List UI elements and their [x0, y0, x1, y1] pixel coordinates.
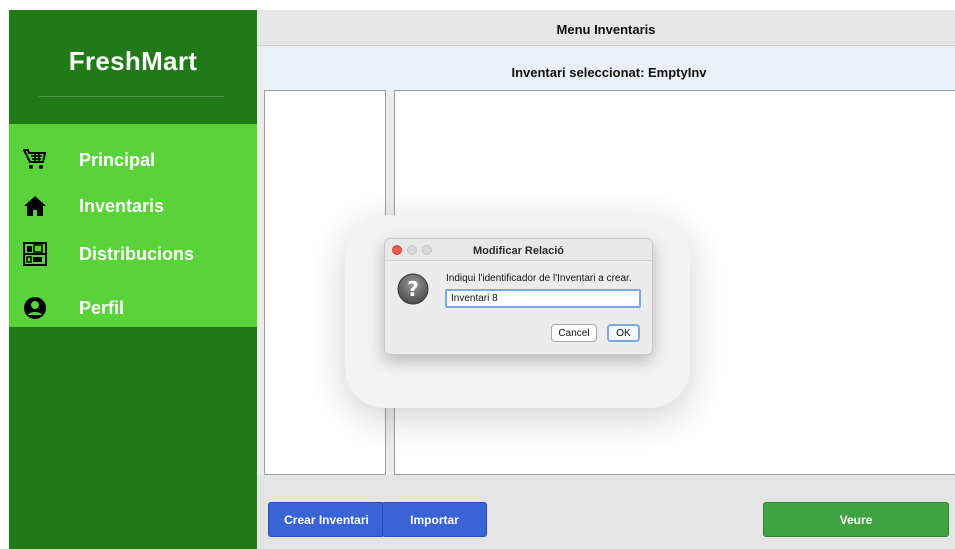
sidebar: FreshMart Principal Inventaris Distribuc… [9, 10, 257, 549]
cart-icon [23, 149, 47, 169]
sidebar-item-perfil[interactable]: Perfil [9, 290, 257, 330]
sidebar-item-inventaris[interactable]: Inventaris [9, 188, 257, 228]
brand-divider [39, 96, 224, 97]
home-icon [24, 196, 46, 216]
dialog-title-bar: Modificar Relació [385, 239, 652, 261]
modify-relation-dialog: Modificar Relació ? Indiqui l'identifica… [384, 238, 653, 355]
inventory-id-input[interactable] [445, 289, 641, 308]
window-title-bar: Menu Inventaris [257, 10, 955, 46]
view-button[interactable]: Veure [763, 502, 949, 537]
sidebar-item-label: Inventaris [79, 196, 165, 216]
selected-inventory-header: Inventari seleccionat: EmptyInv [263, 48, 955, 90]
sidebar-item-label: Perfil [79, 298, 125, 318]
window-title: Menu Inventaris [556, 22, 656, 37]
app-window: FreshMart Principal Inventaris Distribuc… [0, 0, 955, 549]
cancel-button[interactable]: Cancel [551, 324, 597, 342]
ok-button[interactable]: OK [607, 324, 640, 342]
sidebar-nav: Principal Inventaris Distribucions Perfi… [9, 124, 257, 327]
create-inventory-button[interactable]: Crear Inventari [268, 502, 385, 537]
sidebar-item-label: Distribucions [79, 244, 195, 264]
svg-text:?: ? [407, 277, 419, 301]
action-bar: Crear Inventari Importar Veure [257, 475, 955, 549]
brand-logo-text: FreshMart [68, 46, 198, 76]
sidebar-item-label: Principal [79, 150, 156, 170]
import-button[interactable]: Importar [382, 502, 487, 537]
user-icon [24, 297, 46, 319]
dialog-title: Modificar Relació [472, 245, 565, 257]
sidebar-item-principal[interactable]: Principal [9, 142, 257, 182]
selected-inventory-label: Inventari seleccionat: EmptyInv [511, 65, 707, 80]
question-icon: ? [397, 273, 429, 305]
dialog-prompt: Indiqui l'identificador de l'Inventari a… [446, 273, 632, 284]
sidebar-item-distribucions[interactable]: Distribucions [9, 236, 257, 276]
shelf-icon [23, 242, 47, 266]
